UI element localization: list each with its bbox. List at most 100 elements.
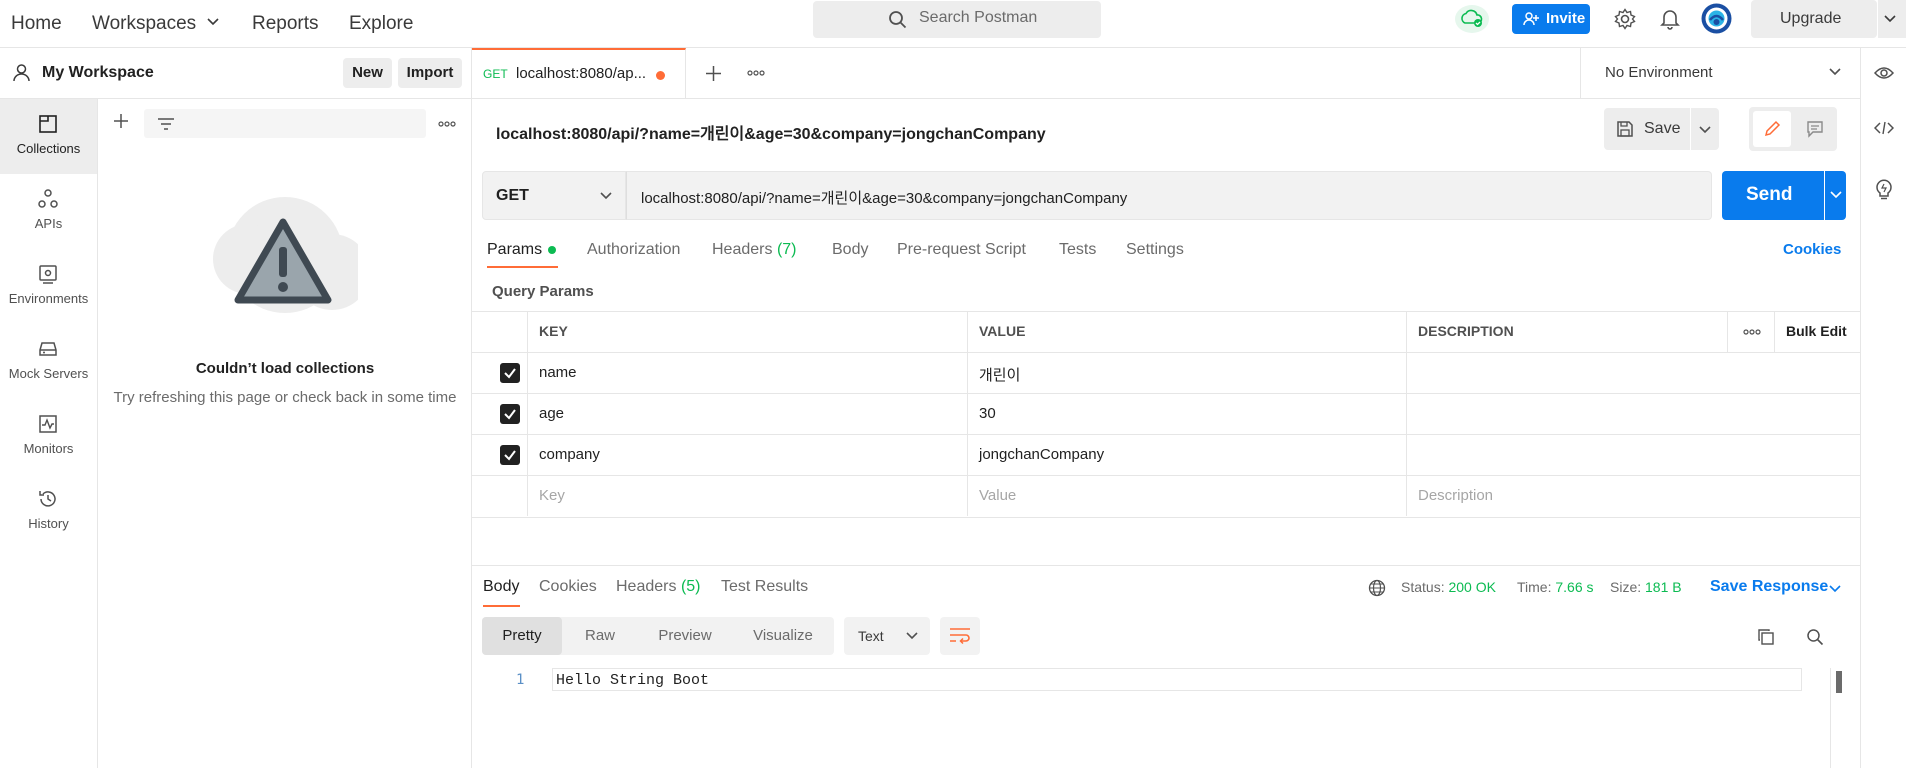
response-body-editor[interactable]: 1 Hello String Boot [472,668,1832,768]
lightbulb-icon[interactable] [1875,178,1893,200]
search-bar[interactable]: Search Postman [813,1,1101,38]
tab-headers[interactable]: Headers (7) [712,241,797,259]
sidebar-item-monitors[interactable]: Monitors [0,399,97,474]
new-description-input[interactable]: Description [1406,476,1860,516]
nav-workspaces[interactable]: Workspaces [92,9,196,39]
plus-icon[interactable] [705,65,722,82]
param-key-cell[interactable]: age [527,394,967,434]
globe-icon[interactable] [1368,579,1386,597]
new-button[interactable]: New [343,58,392,88]
sidebar-item-apis[interactable]: APIs [0,174,97,249]
search-icon[interactable] [1806,628,1824,646]
chevron-down-icon [1699,126,1711,134]
table-row-new: Key Value Description [472,475,1860,516]
bell-icon[interactable] [1660,8,1680,30]
tab-pre-request-script[interactable]: Pre-request Script [897,241,1026,259]
import-button[interactable]: Import [398,58,462,88]
send-options-button[interactable] [1825,171,1846,220]
request-tab[interactable]: GET localhost:8080/ap... [472,48,686,99]
nav-reports[interactable]: Reports [252,9,319,39]
upgrade-button[interactable]: Upgrade [1751,0,1877,38]
response-divider[interactable] [472,565,1860,566]
save-options-button[interactable] [1691,108,1719,150]
new-key-input[interactable]: Key [527,476,967,516]
invite-button[interactable]: Invite [1512,4,1590,34]
param-value-cell[interactable]: 30 [967,394,1406,434]
param-description-cell[interactable] [1406,435,1860,475]
collections-filter-input[interactable] [144,109,426,138]
more-options-icon[interactable] [438,121,456,127]
format-raw[interactable]: Raw [562,617,638,655]
editor-scrollbar-thumb[interactable] [1836,671,1842,693]
edit-mode-button[interactable] [1753,111,1791,147]
cloud-sync-icon[interactable] [1454,4,1490,34]
table-options-button[interactable] [1727,312,1774,352]
chevron-down-icon[interactable] [207,18,219,26]
url-value: localhost:8080/api/?name=개린이&age=30&comp… [641,190,1128,207]
param-description-cell[interactable] [1406,353,1860,393]
save-response-button[interactable]: Save Response [1710,578,1828,596]
send-button[interactable]: Send [1722,171,1824,220]
response-tab-headers-count: (5) [680,578,701,595]
param-checkbox[interactable] [500,404,520,424]
chevron-down-icon[interactable] [1829,585,1841,593]
param-checkbox[interactable] [500,445,520,465]
add-user-icon [1523,11,1539,27]
method-select[interactable]: GET [482,171,626,220]
nav-home[interactable]: Home [11,9,62,39]
param-value-cell[interactable]: jongchanCompany [967,435,1406,475]
description-header: DESCRIPTION [1406,312,1727,352]
request-title[interactable]: localhost:8080/api/?name=개린이&age=30&comp… [496,120,1046,144]
save-button[interactable]: Save [1604,108,1690,150]
plus-icon[interactable] [113,113,129,129]
sidebar-item-label: APIs [34,216,63,231]
cookies-link[interactable]: Cookies [1783,241,1841,258]
param-checkbox[interactable] [500,363,520,383]
response-tab-body[interactable]: Body [483,578,519,596]
url-input[interactable]: localhost:8080/api/?name=개린이&age=30&comp… [626,171,1712,220]
format-pretty[interactable]: Pretty [482,617,562,655]
search-icon [888,10,907,29]
response-tab-test-results[interactable]: Test Results [721,578,808,596]
environment-select[interactable]: No Environment [1580,48,1860,99]
format-visualize[interactable]: Visualize [732,617,834,655]
workspace-title[interactable]: My Workspace [42,64,154,82]
sidebar-item-environments[interactable]: Environments [0,249,97,324]
status-value: 200 OK [1448,579,1496,595]
sidebar-item-collections[interactable]: Collections [0,99,97,174]
params-active-indicator [548,246,556,254]
right-sidebar [1860,48,1906,768]
comments-button[interactable] [1796,111,1834,147]
response-tab-cookies[interactable]: Cookies [539,578,597,596]
bulk-edit-button[interactable]: Bulk Edit [1774,312,1860,352]
code-icon[interactable] [1874,120,1894,136]
response-tab-headers[interactable]: Headers (5) [616,578,701,596]
nav-explore[interactable]: Explore [349,9,413,39]
param-key-cell[interactable]: name [527,353,967,393]
more-options-icon[interactable] [747,70,765,76]
tab-authorization[interactable]: Authorization [587,241,680,259]
tab-body[interactable]: Body [832,241,868,259]
tab-headers-label: Headers [712,241,773,258]
format-preview[interactable]: Preview [638,617,732,655]
param-key-cell[interactable]: company [527,435,967,475]
tab-params[interactable]: Params [487,241,542,259]
avatar[interactable] [1701,3,1732,34]
sidebar-item-history[interactable]: History [0,474,97,549]
tab-tests[interactable]: Tests [1059,241,1096,259]
new-value-input[interactable]: Value [967,476,1406,516]
language-select[interactable]: Text [844,617,930,655]
copy-icon[interactable] [1757,628,1775,646]
tab-params-label: Params [487,241,543,258]
upgrade-menu-button[interactable] [1877,0,1906,38]
eye-icon[interactable] [1874,65,1894,81]
sidebar-item-label: Collections [16,141,81,156]
wrap-lines-button[interactable] [940,617,980,655]
sidebar-item-mock-servers[interactable]: Mock Servers [0,324,97,399]
param-value-cell[interactable]: 개린이 [967,353,1406,393]
tab-settings[interactable]: Settings [1126,241,1184,259]
gear-icon[interactable] [1614,8,1636,30]
table-row: company jongchanCompany [472,434,1860,475]
chevron-down-icon [1830,191,1842,199]
param-description-cell[interactable] [1406,394,1860,434]
